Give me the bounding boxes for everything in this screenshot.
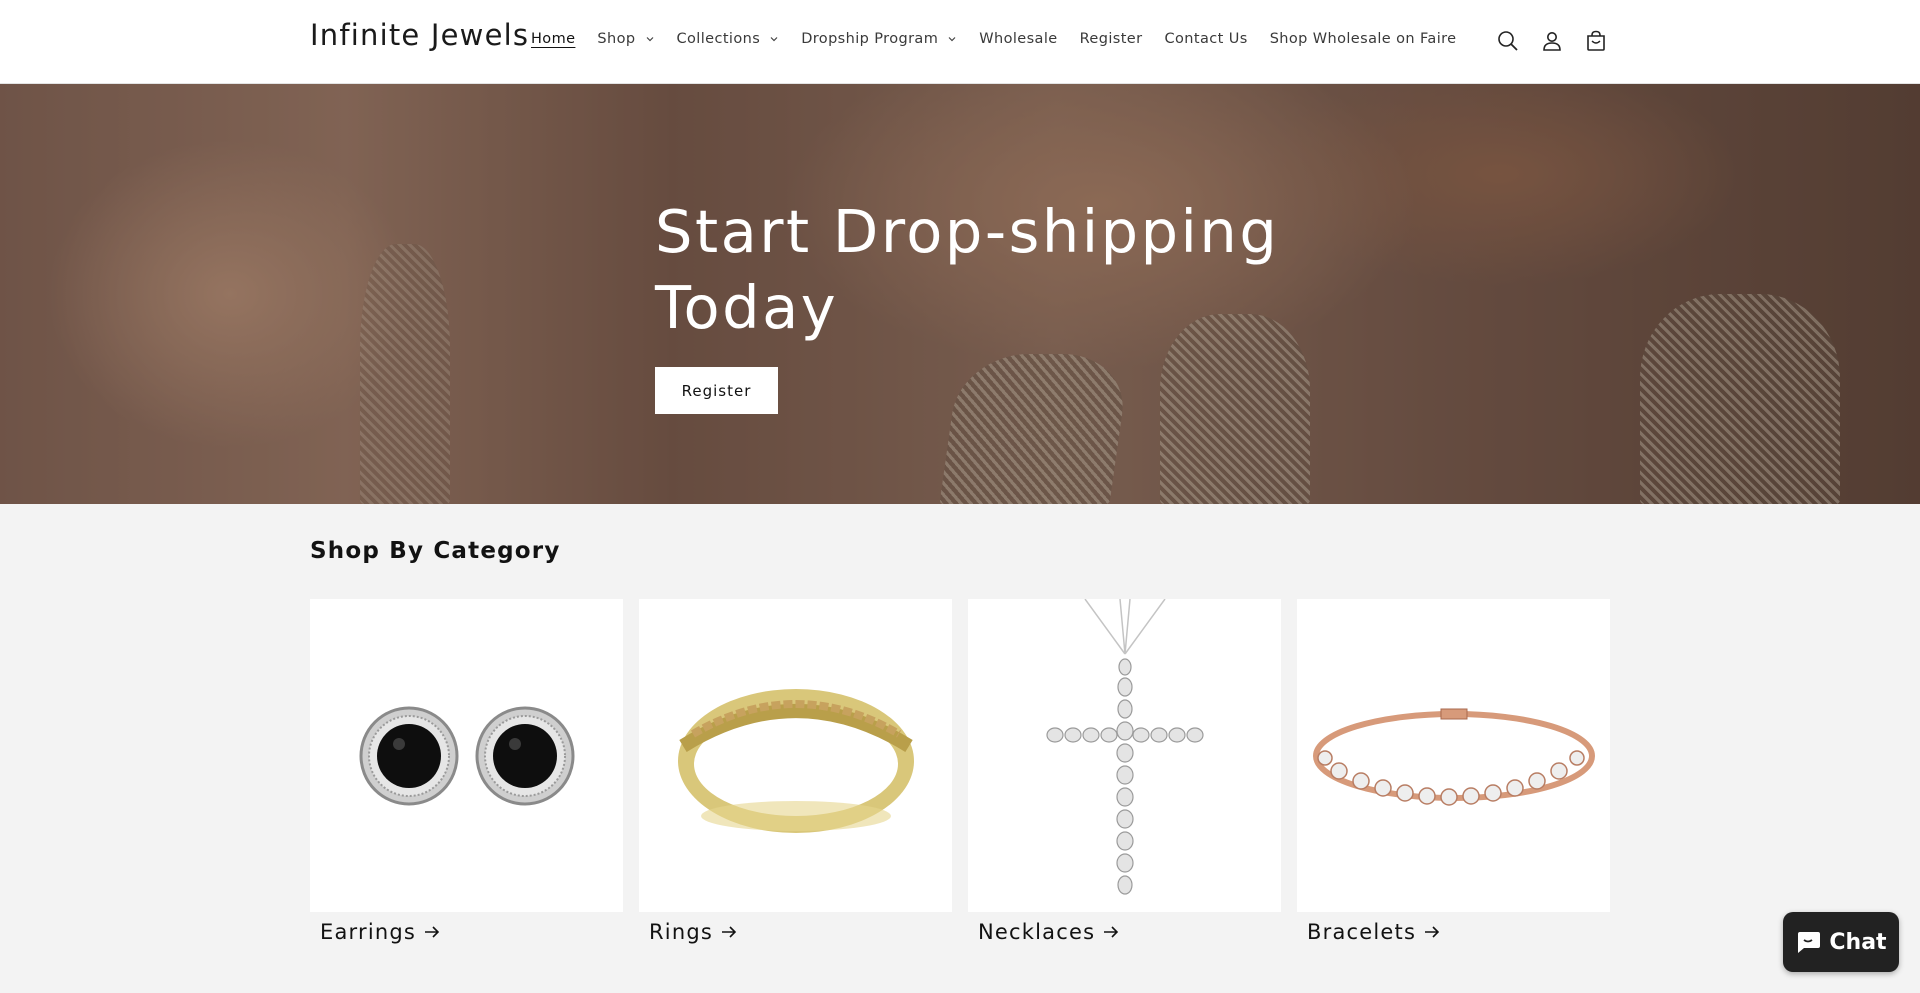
arrow-right-icon xyxy=(425,926,440,938)
nav-label: Shop Wholesale on Faire xyxy=(1269,31,1457,47)
chat-label: Chat xyxy=(1829,929,1887,955)
necklace-image[interactable] xyxy=(968,599,1281,912)
account-icon[interactable] xyxy=(1538,24,1566,58)
earrings-image[interactable] xyxy=(310,599,623,912)
category-label: Necklaces xyxy=(978,920,1096,944)
category-card-bracelets[interactable]: Bracelets xyxy=(1297,599,1610,952)
bracelet-image[interactable] xyxy=(1297,599,1610,912)
category-card-necklaces[interactable]: Necklaces xyxy=(968,599,1281,952)
ring-image[interactable] xyxy=(639,599,952,912)
chat-bubble-icon xyxy=(1798,932,1821,953)
chat-button[interactable]: Chat xyxy=(1783,912,1899,972)
chevron-down-icon xyxy=(646,37,653,42)
category-grid: Earrings Rings Necklaces Bracelets xyxy=(310,599,1610,952)
nav-register[interactable]: Register xyxy=(1069,29,1154,49)
nav-collections[interactable]: Collections xyxy=(666,29,791,49)
nav-home[interactable]: Home xyxy=(520,29,586,49)
hero-text: Start Drop-shipping Today xyxy=(655,194,1295,346)
nav-wholesale[interactable]: Wholesale xyxy=(968,29,1068,49)
chevron-down-icon xyxy=(948,37,956,42)
category-card-earrings[interactable]: Earrings xyxy=(310,599,623,952)
nav-dropship-program[interactable]: Dropship Program xyxy=(790,29,968,49)
category-label: Bracelets xyxy=(1307,920,1417,944)
category-link[interactable]: Rings xyxy=(639,912,952,952)
arrow-right-icon xyxy=(1425,926,1440,938)
category-section-title: Shop By Category xyxy=(310,538,561,564)
nav-label: Shop xyxy=(597,31,636,47)
site-logo[interactable]: Infinite Jewels xyxy=(310,18,529,52)
category-card-rings[interactable]: Rings xyxy=(639,599,952,952)
category-link[interactable]: Earrings xyxy=(310,912,623,952)
nav-contact-us[interactable]: Contact Us xyxy=(1154,29,1259,49)
nav-shop[interactable]: Shop xyxy=(586,29,665,49)
category-link[interactable]: Bracelets xyxy=(1297,912,1610,952)
hero-title: Start Drop-shipping Today xyxy=(655,197,1280,342)
nav-label: Wholesale xyxy=(979,31,1058,47)
category-label: Rings xyxy=(649,920,714,944)
header-icons xyxy=(1494,24,1610,58)
arrow-right-icon xyxy=(722,926,737,938)
cart-icon[interactable] xyxy=(1582,24,1610,58)
site-header: Infinite Jewels Home Shop Collections Dr… xyxy=(0,0,1920,84)
hero-banner: Start Drop-shipping Today Register xyxy=(0,84,1920,504)
main-nav: Home Shop Collections Dropship Program W… xyxy=(520,29,1468,49)
nav-label: Home xyxy=(531,31,576,47)
category-label: Earrings xyxy=(320,920,417,944)
nav-label: Contact Us xyxy=(1164,31,1248,47)
search-icon[interactable] xyxy=(1494,24,1522,58)
chevron-down-icon xyxy=(770,37,778,42)
nav-label: Dropship Program xyxy=(801,31,939,47)
register-button[interactable]: Register xyxy=(655,367,778,414)
nav-label: Register xyxy=(1079,31,1143,47)
nav-label: Collections xyxy=(676,31,761,47)
category-link[interactable]: Necklaces xyxy=(968,912,1281,952)
nav-shop-wholesale-faire[interactable]: Shop Wholesale on Faire xyxy=(1259,29,1468,49)
arrow-right-icon xyxy=(1104,926,1119,938)
